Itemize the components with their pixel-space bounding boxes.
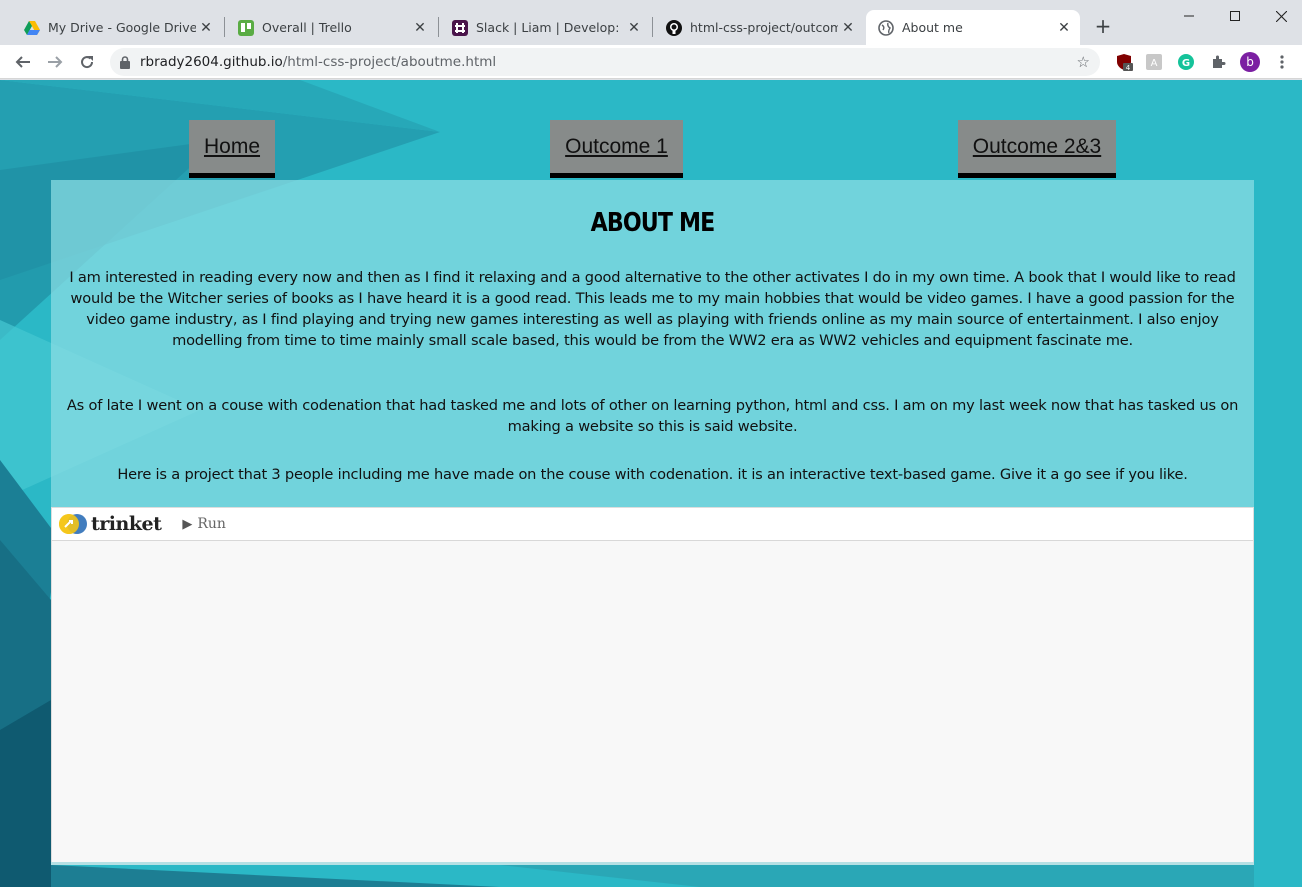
tab-title: About me	[902, 20, 963, 35]
tab-google-drive[interactable]: My Drive - Google Drive ✕	[12, 10, 222, 45]
slack-icon	[452, 19, 468, 36]
svg-text:A: A	[1151, 58, 1158, 69]
tab-github[interactable]: html-css-project/outcome2& ✕	[654, 10, 864, 45]
tab-separator	[438, 17, 439, 37]
paragraph-course: As of late I went on a couse with codena…	[66, 397, 1239, 435]
svg-text:G: G	[1182, 58, 1190, 69]
tab-separator	[224, 17, 225, 37]
trinket-brand: trinket	[91, 513, 162, 535]
url-host: rbrady2604.github.io	[140, 54, 283, 70]
extension-icon[interactable]: A	[1144, 52, 1164, 72]
run-button[interactable]: ▶ Run	[182, 516, 226, 532]
grammarly-icon[interactable]: G	[1176, 52, 1196, 72]
close-icon[interactable]: ✕	[1054, 20, 1074, 36]
trinket-logo[interactable]: trinket	[58, 513, 162, 535]
svg-text:4: 4	[1126, 64, 1131, 71]
tab-trello[interactable]: Overall | Trello ✕	[226, 10, 436, 45]
paragraph-project: Here is a project that 3 people includin…	[117, 466, 1188, 483]
github-icon	[666, 19, 682, 36]
maximize-button[interactable]	[1212, 4, 1258, 28]
tab-strip: My Drive - Google Drive ✕ Overall | Trel…	[0, 0, 1302, 45]
close-icon[interactable]: ✕	[410, 20, 430, 36]
tab-separator	[652, 17, 653, 37]
trinket-embed[interactable]: trinket ▶ Run	[51, 507, 1254, 865]
minimize-button[interactable]	[1166, 4, 1212, 28]
nav-outcome-2-3-link[interactable]: Outcome 2&3	[958, 120, 1116, 178]
about-content-panel: ABOUT ME I am interested in reading ever…	[51, 180, 1254, 510]
tab-title: My Drive - Google Drive	[48, 20, 196, 35]
reload-button[interactable]	[74, 49, 100, 75]
address-bar[interactable]: rbrady2604.github.io/html-css-project/ab…	[110, 48, 1100, 76]
tab-about-me[interactable]: About me ✕	[866, 10, 1080, 45]
forward-arrow-icon	[48, 56, 63, 68]
trinket-bottom-border	[51, 862, 1254, 865]
close-icon[interactable]: ✕	[196, 20, 216, 36]
extensions-puzzle-icon[interactable]	[1208, 52, 1228, 72]
new-tab-button[interactable]: +	[1093, 14, 1113, 38]
page-viewport: Home Outcome 1 Outcome 2&3 ABOUT ME I am…	[0, 80, 1302, 887]
google-drive-icon	[24, 20, 40, 36]
paragraph-hobbies: I am interested in reading every now and…	[69, 269, 1236, 349]
lock-icon	[110, 55, 140, 69]
nav-outcome-1-link[interactable]: Outcome 1	[550, 120, 683, 178]
globe-icon	[878, 19, 894, 36]
profile-avatar[interactable]: b	[1240, 52, 1260, 72]
back-arrow-icon	[15, 56, 30, 68]
tab-title: Slack | Liam | Develop: Codin	[476, 20, 624, 35]
menu-kebab-icon[interactable]	[1272, 52, 1292, 72]
tab-title: html-css-project/outcome2&	[690, 20, 838, 35]
svg-text:b: b	[1246, 55, 1254, 69]
page-title: ABOUT ME	[590, 208, 716, 238]
url-text: rbrady2604.github.io/html-css-project/ab…	[140, 54, 496, 70]
close-window-button[interactable]	[1258, 4, 1302, 28]
browser-toolbar: rbrady2604.github.io/html-css-project/ab…	[0, 45, 1302, 79]
trello-icon	[238, 19, 254, 36]
trinket-toolbar: trinket ▶ Run	[52, 508, 1253, 541]
nav-home-link[interactable]: Home	[189, 120, 275, 178]
tab-slack[interactable]: Slack | Liam | Develop: Codin ✕	[440, 10, 650, 45]
ublock-extension-icon[interactable]: 4	[1114, 52, 1134, 72]
reload-icon	[81, 56, 94, 69]
trinket-key-icon	[59, 514, 87, 534]
forward-button[interactable]	[42, 49, 68, 75]
play-icon: ▶	[182, 516, 193, 532]
close-icon[interactable]: ✕	[624, 20, 644, 36]
run-label: Run	[197, 516, 226, 532]
close-icon[interactable]: ✕	[838, 20, 858, 36]
url-path: /html-css-project/aboutme.html	[282, 54, 497, 70]
back-button[interactable]	[10, 49, 36, 75]
bookmark-star-icon[interactable]: ☆	[1077, 53, 1090, 71]
tab-title: Overall | Trello	[262, 20, 352, 35]
